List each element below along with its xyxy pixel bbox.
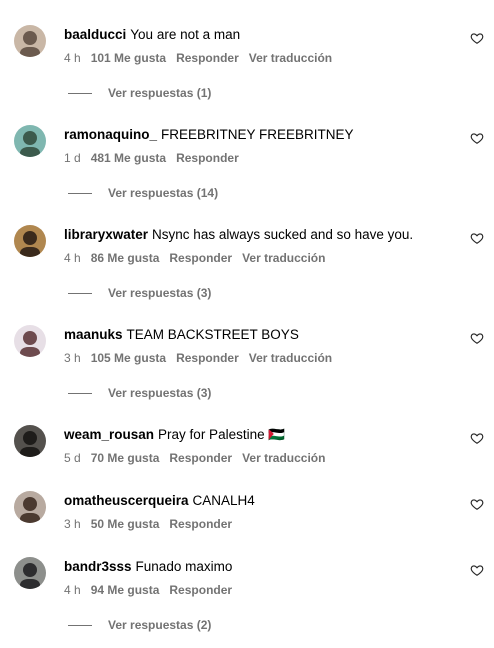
avatar[interactable] <box>14 557 46 589</box>
avatar[interactable] <box>14 25 46 57</box>
comment-meta: 5 d 70 Me gusta Responder Ver traducción <box>64 450 335 466</box>
avatar-body <box>20 447 40 457</box>
replies-line <box>68 625 92 627</box>
heart-icon[interactable] <box>470 497 484 511</box>
likes-count[interactable]: 50 Me gusta <box>91 517 160 531</box>
timestamp[interactable]: 4 h <box>64 51 81 65</box>
username-link[interactable]: weam_rousan <box>64 427 154 442</box>
comment-body: baalducci You are not a man <box>64 26 240 44</box>
reply-button[interactable]: Responder <box>169 517 232 531</box>
comment-meta: 3 h 105 Me gusta Responder Ver traducción <box>64 350 342 366</box>
reply-button[interactable]: Responder <box>176 51 239 65</box>
comment-body: ramonaquino_ FREEBRITNEY FREEBRITNEY <box>64 126 354 144</box>
timestamp[interactable]: 4 h <box>64 251 81 265</box>
heart-icon[interactable] <box>470 331 484 345</box>
likes-count[interactable]: 105 Me gusta <box>91 351 166 365</box>
timestamp[interactable]: 5 d <box>64 451 81 465</box>
username-link[interactable]: maanuks <box>64 327 123 342</box>
translate-button[interactable]: Ver traducción <box>249 51 332 65</box>
likes-count[interactable]: 70 Me gusta <box>91 451 160 465</box>
replies-line <box>68 193 92 195</box>
view-replies-label: Ver respuestas (3) <box>108 386 212 400</box>
comment-body: maanuks TEAM BACKSTREET BOYS <box>64 326 299 344</box>
timestamp[interactable]: 4 h <box>64 583 81 597</box>
comment-text: Funado maximo <box>135 559 233 574</box>
avatar-body <box>20 347 40 357</box>
timestamp[interactable]: 3 h <box>64 517 81 531</box>
view-replies-label: Ver respuestas (14) <box>108 186 219 200</box>
heart-icon[interactable] <box>470 31 484 45</box>
comment-body: libraryxwater Nsync has always sucked and… <box>64 226 413 244</box>
view-replies-label: Ver respuestas (1) <box>108 86 212 100</box>
view-replies-button[interactable]: Ver respuestas (3) <box>68 285 211 301</box>
avatar-body <box>20 579 40 589</box>
replies-line <box>68 293 92 295</box>
view-replies-button[interactable]: Ver respuestas (2) <box>68 617 211 633</box>
likes-count[interactable]: 101 Me gusta <box>91 51 166 65</box>
reply-button[interactable]: Responder <box>169 451 232 465</box>
username-link[interactable]: ramonaquino_ <box>64 127 157 142</box>
comment-meta: 4 h 94 Me gusta Responder <box>64 582 242 598</box>
translate-button[interactable]: Ver traducción <box>242 451 325 465</box>
comment-text: Nsync has always sucked and so have you. <box>152 227 414 242</box>
heart-icon[interactable] <box>470 563 484 577</box>
view-replies-button[interactable]: Ver respuestas (1) <box>68 85 211 101</box>
comment-text: Pray for Palestine 🇵🇸 <box>158 427 286 442</box>
likes-count[interactable]: 481 Me gusta <box>91 151 166 165</box>
replies-line <box>68 93 92 95</box>
avatar[interactable] <box>14 491 46 523</box>
avatar-head <box>23 231 37 245</box>
avatar-body <box>20 513 40 523</box>
avatar-head <box>23 563 37 577</box>
reply-button[interactable]: Responder <box>169 583 232 597</box>
comment-meta: 4 h 101 Me gusta Responder Ver traducción <box>64 50 342 66</box>
comment-body: bandr3sss Funado maximo <box>64 558 232 576</box>
reply-button[interactable]: Responder <box>176 151 239 165</box>
comment-text: FREEBRITNEY FREEBRITNEY <box>161 127 354 142</box>
comment-meta: 3 h 50 Me gusta Responder <box>64 516 242 532</box>
username-link[interactable]: bandr3sss <box>64 559 132 574</box>
comment-body: omatheuscerqueira CANALH4 <box>64 492 255 510</box>
reply-button[interactable]: Responder <box>169 251 232 265</box>
avatar-body <box>20 47 40 57</box>
timestamp[interactable]: 3 h <box>64 351 81 365</box>
comment-text: TEAM BACKSTREET BOYS <box>126 327 299 342</box>
avatar-head <box>23 497 37 511</box>
translate-button[interactable]: Ver traducción <box>242 251 325 265</box>
likes-count[interactable]: 94 Me gusta <box>91 583 160 597</box>
timestamp[interactable]: 1 d <box>64 151 81 165</box>
username-link[interactable]: omatheuscerqueira <box>64 493 189 508</box>
heart-icon[interactable] <box>470 131 484 145</box>
heart-icon[interactable] <box>470 231 484 245</box>
avatar-head <box>23 131 37 145</box>
username-link[interactable]: baalducci <box>64 27 126 42</box>
replies-line <box>68 393 92 395</box>
comment-meta: 1 d 481 Me gusta Responder <box>64 150 249 166</box>
reply-button[interactable]: Responder <box>176 351 239 365</box>
view-replies-button[interactable]: Ver respuestas (14) <box>68 185 218 201</box>
view-replies-label: Ver respuestas (2) <box>108 618 212 632</box>
avatar[interactable] <box>14 125 46 157</box>
avatar-body <box>20 247 40 257</box>
avatar[interactable] <box>14 425 46 457</box>
comment-meta: 4 h 86 Me gusta Responder Ver traducción <box>64 250 335 266</box>
comment-text: CANALH4 <box>192 493 255 508</box>
view-replies-button[interactable]: Ver respuestas (3) <box>68 385 211 401</box>
avatar-head <box>23 331 37 345</box>
heart-icon[interactable] <box>470 431 484 445</box>
username-link[interactable]: libraryxwater <box>64 227 148 242</box>
avatar-head <box>23 431 37 445</box>
likes-count[interactable]: 86 Me gusta <box>91 251 160 265</box>
avatar-head <box>23 31 37 45</box>
view-replies-label: Ver respuestas (3) <box>108 286 212 300</box>
comment-body: weam_rousan Pray for Palestine 🇵🇸 <box>64 426 285 444</box>
avatar[interactable] <box>14 225 46 257</box>
translate-button[interactable]: Ver traducción <box>249 351 332 365</box>
comment-text: You are not a man <box>130 27 241 42</box>
avatar-body <box>20 147 40 157</box>
avatar[interactable] <box>14 325 46 357</box>
